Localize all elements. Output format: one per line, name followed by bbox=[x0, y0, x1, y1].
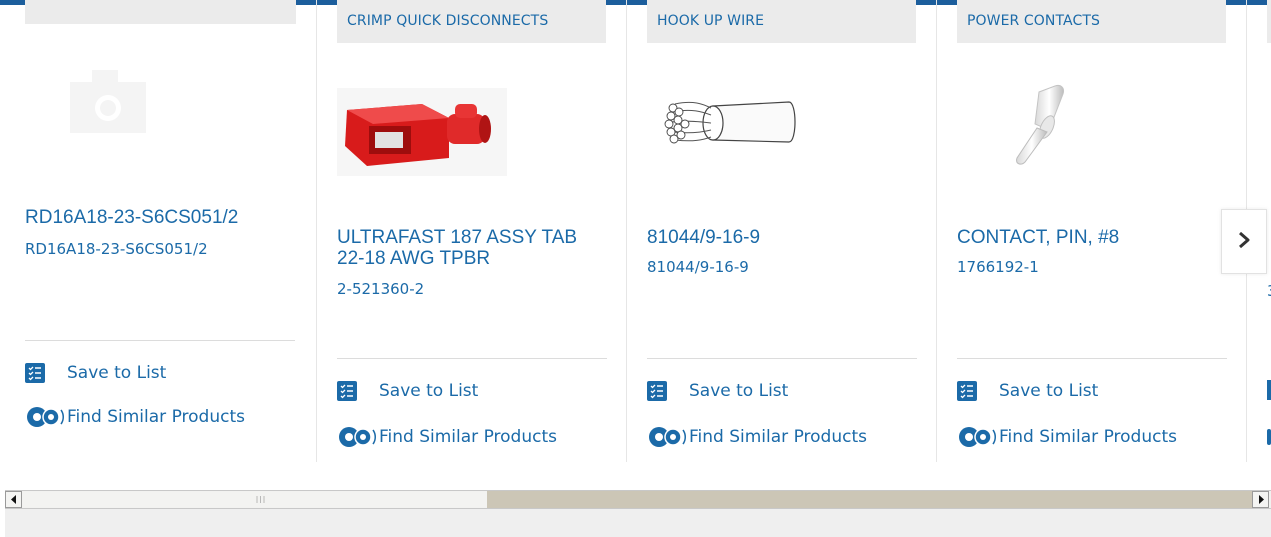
checklist-icon bbox=[337, 381, 357, 401]
save-to-list-label: Save to List bbox=[379, 381, 479, 401]
footer-strip bbox=[5, 509, 1271, 537]
find-similar-button[interactable]: Find Similar Products bbox=[647, 426, 867, 448]
checklist-icon bbox=[647, 381, 667, 401]
save-to-list-button[interactable]: Save to List bbox=[337, 380, 478, 402]
card-separator bbox=[316, 0, 317, 462]
find-similar-button[interactable]: Find Similar Products bbox=[957, 426, 1177, 448]
card-separator bbox=[626, 0, 627, 462]
checklist-icon bbox=[1267, 380, 1271, 400]
card-divider bbox=[647, 358, 917, 359]
find-similar-label: Find Similar Products bbox=[67, 407, 245, 427]
product-category-label bbox=[25, 0, 296, 24]
card-divider bbox=[957, 358, 1227, 359]
scroll-right-button[interactable] bbox=[1252, 491, 1269, 508]
gears-icon bbox=[337, 424, 377, 450]
find-similar-label: Find Similar Products bbox=[999, 427, 1177, 447]
grip-icon bbox=[256, 496, 265, 503]
chevron-right-icon bbox=[1237, 231, 1251, 253]
part-number-link[interactable]: 1766192-1 bbox=[957, 258, 1039, 276]
product-category-label: CRIMP QUICK DISCONNECTS bbox=[337, 0, 606, 43]
product-card: HOOK UP WIRE 81044/9-16-9 81044/9-16-9 S… bbox=[647, 0, 922, 462]
gears-icon bbox=[1267, 429, 1271, 445]
save-to-list-label: Save to List bbox=[999, 381, 1099, 401]
scroll-left-button[interactable] bbox=[5, 491, 22, 508]
product-card: POWER CONTACTS CONTACT, PIN, #8 1766192-… bbox=[957, 0, 1232, 462]
product-title-link[interactable]: ULTRAFAST 187 ASSY TAB 22-18 AWG TPBR bbox=[337, 227, 607, 269]
product-category-label: HOOK UP WIRE bbox=[647, 0, 916, 43]
part-number-link[interactable]: 3 bbox=[1267, 282, 1271, 300]
card-separator bbox=[936, 0, 937, 462]
find-similar-button[interactable]: Find Similar Products bbox=[337, 426, 557, 448]
product-card: CRIMP QUICK DISCONNECTS ULTRAFAST 187 AS… bbox=[337, 0, 612, 462]
stranded-wire-image bbox=[657, 82, 803, 162]
gears-icon bbox=[647, 424, 687, 450]
camera-placeholder-icon bbox=[70, 68, 146, 133]
horizontal-scrollbar[interactable] bbox=[5, 490, 1271, 509]
checklist-icon bbox=[25, 363, 45, 383]
gears-icon bbox=[957, 424, 997, 450]
arrow-right-icon bbox=[1258, 495, 1264, 504]
save-to-list-button[interactable]: Save to List bbox=[25, 362, 166, 384]
product-title-link[interactable]: RD16A18-23-S6CS051/2 bbox=[25, 207, 300, 228]
scrollbar-thumb[interactable] bbox=[23, 492, 487, 507]
save-to-list-button[interactable]: Save to List bbox=[647, 380, 788, 402]
red-quick-disconnect-image bbox=[337, 88, 507, 176]
find-similar-label: Find Similar Products bbox=[379, 427, 557, 447]
card-divider bbox=[25, 340, 295, 341]
product-title-link[interactable]: CONTACT, PIN, #8 bbox=[957, 227, 1232, 248]
save-to-list-button[interactable]: Save to List bbox=[957, 380, 1098, 402]
gears-icon bbox=[25, 404, 65, 430]
product-title-link[interactable]: 81044/9-16-9 bbox=[647, 227, 922, 248]
product-category-label: POWER CONTACTS bbox=[957, 0, 1226, 43]
arrow-left-icon bbox=[10, 495, 16, 504]
partial-product-card: 3 bbox=[1267, 0, 1271, 462]
product-card: RD16A18-23-S6CS051/2 RD16A18-23-S6CS051/… bbox=[25, 0, 300, 462]
find-similar-button[interactable]: Find Similar Products bbox=[25, 406, 245, 428]
find-similar-label: Find Similar Products bbox=[689, 427, 867, 447]
card-divider bbox=[337, 358, 607, 359]
part-number-link[interactable]: 81044/9-16-9 bbox=[647, 258, 749, 276]
carousel-next-button[interactable] bbox=[1221, 209, 1267, 274]
part-number-link[interactable]: 2-521360-2 bbox=[337, 280, 424, 298]
scrollbar-track[interactable] bbox=[487, 491, 1252, 508]
pin-contact-image bbox=[995, 82, 1095, 168]
checklist-icon bbox=[957, 381, 977, 401]
save-to-list-label: Save to List bbox=[689, 381, 789, 401]
product-category-label bbox=[1267, 0, 1271, 43]
save-to-list-label: Save to List bbox=[67, 363, 167, 383]
part-number-link[interactable]: RD16A18-23-S6CS051/2 bbox=[25, 240, 208, 258]
